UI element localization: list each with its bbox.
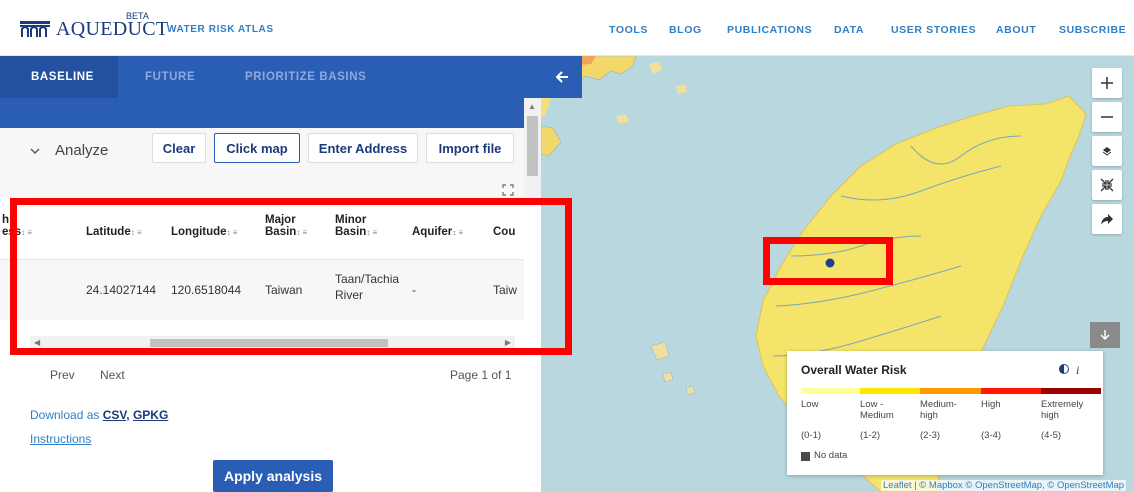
- legend-label-line: high: [1041, 410, 1059, 421]
- collapse-arrows-icon: [1100, 178, 1114, 192]
- nav-publications[interactable]: PUBLICATIONS: [727, 24, 812, 36]
- nav-subscribe[interactable]: SUBSCRIBE: [1059, 24, 1126, 36]
- next-button[interactable]: Next: [100, 368, 125, 382]
- nav-tools[interactable]: TOOLS: [609, 24, 648, 36]
- legend-title: Overall Water Risk: [801, 363, 907, 377]
- panel-blue-band: [0, 98, 524, 128]
- minus-icon: [1101, 116, 1113, 118]
- tab-prioritize-basins[interactable]: PRIORITIZE BASINS: [245, 71, 366, 83]
- arrow-down-icon: [1100, 330, 1110, 340]
- app-root: AQUEDUCT BETA WATER RISK ATLAS TOOLS BLO…: [0, 0, 1134, 492]
- legend-range-extremely-high: (4-5): [1041, 430, 1062, 441]
- nav-user-stories[interactable]: USER STORIES: [891, 24, 976, 36]
- plus-icon: [1101, 77, 1113, 89]
- analyze-label[interactable]: Analyze: [55, 142, 108, 159]
- download-csv-link[interactable]: CSV,: [103, 408, 130, 422]
- prev-button[interactable]: Prev: [50, 368, 75, 382]
- tab-baseline[interactable]: BASELINE: [31, 71, 94, 83]
- legend-toggle-button[interactable]: [1090, 322, 1120, 348]
- nav-blog[interactable]: BLOG: [669, 24, 702, 36]
- click-map-button[interactable]: Click map: [214, 133, 300, 163]
- scrollbar-thumb[interactable]: [527, 116, 538, 176]
- legend-label-line: Medium: [860, 410, 894, 421]
- expand-icon[interactable]: [501, 183, 515, 197]
- chevron-down-icon[interactable]: [30, 146, 40, 156]
- fullscreen-button[interactable]: [1092, 170, 1122, 200]
- legend-label-line: Extremely: [1041, 399, 1084, 410]
- map-attribution: Leaflet | © Mapbox © OpenStreetMap, © Op…: [881, 480, 1127, 491]
- scroll-up-icon[interactable]: ▲: [528, 102, 536, 111]
- download-label: Download as: [30, 408, 100, 422]
- attribution-text[interactable]: | © Mapbox © OpenStreetMap, © OpenStreet…: [914, 480, 1124, 491]
- legend-label-line: high: [920, 410, 938, 421]
- legend-label-line: High: [981, 399, 1001, 410]
- legend-label-low-medium: Low - Medium: [860, 399, 894, 421]
- tab-bar: BASELINE FUTURE PRIORITIZE BASINS: [0, 56, 541, 98]
- no-data-swatch: [801, 452, 810, 461]
- legend-range-medium-high: (2-3): [920, 430, 941, 441]
- panel-vertical-scrollbar[interactable]: ▲: [524, 98, 541, 198]
- legend-label-line: Medium-: [920, 399, 957, 410]
- layers-icon: [1102, 147, 1112, 156]
- layers-button[interactable]: [1092, 136, 1122, 166]
- enter-address-button[interactable]: Enter Address: [308, 133, 418, 163]
- share-button[interactable]: [1092, 204, 1122, 234]
- tab-future[interactable]: FUTURE: [145, 71, 195, 83]
- legend-swatch-medium-high: [920, 388, 981, 394]
- zoom-in-button[interactable]: [1092, 68, 1122, 98]
- clear-button[interactable]: Clear: [152, 133, 206, 163]
- zoom-out-button[interactable]: [1092, 102, 1122, 132]
- page-indicator: Page 1 of 1: [450, 368, 512, 382]
- aqueduct-logo[interactable]: AQUEDUCT BETA: [20, 11, 169, 44]
- legend-label-low: Low: [801, 399, 818, 410]
- legend-range-high: (3-4): [981, 430, 1002, 441]
- legend-swatch-low: [801, 388, 860, 394]
- arrow-left-icon: [555, 71, 568, 83]
- legend-label-high: High: [981, 399, 1001, 410]
- legend-label-line: Low: [801, 399, 819, 410]
- annotation-box-table: [10, 198, 572, 355]
- leaflet-link[interactable]: Leaflet: [883, 480, 912, 491]
- apply-analysis-button[interactable]: Apply analysis: [213, 460, 333, 492]
- legend-swatch-low-medium: [860, 388, 920, 394]
- legend-label-line: Low -: [860, 399, 884, 410]
- no-data-label: No data: [814, 450, 848, 461]
- instructions-link[interactable]: Instructions: [30, 432, 91, 446]
- legend-range-low-medium: (1-2): [860, 430, 881, 441]
- map-legend: Overall Water Risk i Low Low - Medium Med…: [787, 351, 1103, 475]
- legend-label-extremely-high: Extremely high: [1041, 399, 1083, 421]
- beta-badge: BETA: [126, 11, 149, 21]
- opacity-icon[interactable]: [1059, 364, 1069, 374]
- legend-range-low: (0-1): [801, 430, 822, 441]
- aqueduct-logo-icon: [20, 21, 50, 37]
- legend-swatch-high: [981, 388, 1041, 394]
- legend-label-medium-high: Medium-high: [920, 399, 957, 421]
- annotation-box-map-point: [763, 237, 893, 285]
- collapse-panel-button[interactable]: [541, 56, 582, 98]
- download-gpkg-link[interactable]: GPKG: [133, 408, 168, 422]
- app-name[interactable]: WATER RISK ATLAS: [167, 24, 274, 35]
- nav-data[interactable]: DATA: [834, 24, 864, 36]
- share-arrow-icon: [1101, 214, 1113, 225]
- nav-about[interactable]: ABOUT: [996, 24, 1036, 36]
- download-row: Download as CSV, GPKG: [30, 408, 168, 422]
- legend-swatch-extremely-high: [1041, 388, 1101, 394]
- import-file-button[interactable]: Import file: [426, 133, 514, 163]
- info-icon[interactable]: i: [1076, 363, 1079, 378]
- top-header: AQUEDUCT BETA WATER RISK ATLAS TOOLS BLO…: [0, 0, 1134, 56]
- logo-text: AQUEDUCT: [56, 17, 169, 40]
